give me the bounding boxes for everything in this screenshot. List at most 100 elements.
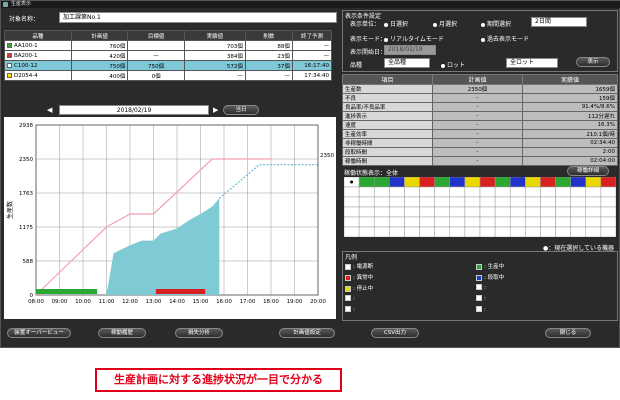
op-cell (494, 226, 511, 237)
x-tick-label: 13:00 (146, 299, 162, 305)
bottom-button-4[interactable]: CSV出力 (371, 328, 419, 338)
summary-row: 進捗表示 -112分遅れ (342, 111, 618, 121)
op-cell (509, 177, 526, 188)
start-date-field[interactable]: 2018/02/19 (384, 45, 436, 55)
x-tick-label: 16:00 (216, 299, 232, 305)
bottom-button-0[interactable]: 装置オーバービュー (7, 328, 71, 338)
group-name-field[interactable]: 加工課第No.1 (59, 12, 337, 23)
item-count: 37個 (277, 63, 290, 70)
op-cell (525, 186, 541, 198)
op-cell (600, 186, 616, 198)
legend-item: : (476, 295, 486, 302)
legend-item: : 電源断 (345, 262, 373, 270)
period-select[interactable]: 2日間 (531, 17, 587, 27)
item-target: 0個 (151, 73, 161, 80)
summary-k: 生産数 (342, 84, 433, 94)
item-name: BA200-1 (14, 52, 38, 59)
legend-item: : (476, 284, 486, 291)
legend-swatch (476, 263, 482, 270)
op-cell (389, 206, 405, 218)
kind-select[interactable]: 全品種 (384, 58, 430, 68)
summary-k: 生産効率 (342, 129, 433, 139)
plan-end-label: 2350 (320, 153, 334, 159)
op-cell (373, 216, 390, 228)
op-cell (358, 216, 375, 228)
bottom-button-3[interactable]: 計画値設定 (279, 328, 335, 338)
show-button[interactable]: 表示 (576, 57, 610, 67)
date-field[interactable]: 2018/02/19 (59, 105, 209, 115)
op-cell (494, 206, 511, 218)
prev-date-arrow[interactable]: ◀ (47, 106, 52, 114)
x-tick-label: 11:00 (99, 299, 115, 305)
op-cell (509, 196, 526, 208)
op-cell (555, 216, 571, 228)
x-tick-label: 12:00 (122, 299, 138, 305)
summary-n: 1659個 (522, 84, 618, 94)
summary-v: - (432, 93, 523, 103)
next-date-arrow[interactable]: ▶ (213, 106, 218, 114)
item-end: — (323, 52, 330, 59)
legend-swatch (476, 284, 482, 290)
items-row[interactable]: C100-12 750個 750個 572個 37個 16:17:40 (4, 60, 333, 71)
item-count: 23個 (277, 53, 290, 60)
y-axis-label: 生産数 (6, 201, 14, 219)
bottom-button-5[interactable]: 閉じる (545, 328, 591, 338)
op-cell (464, 226, 481, 237)
op-cell (540, 226, 556, 237)
op-cell (570, 216, 587, 228)
op-cell (555, 196, 571, 208)
op-detail-button[interactable]: 稼働詳細 (567, 166, 609, 176)
summary-row: 良品率/不良品率 -91.4%/8.6% (342, 102, 618, 112)
op-cell (404, 216, 420, 228)
x-tick-label: 17:00 (240, 299, 256, 305)
bottom-button-2[interactable]: 損失分析 (175, 328, 223, 338)
legend-label: 生産中 (487, 264, 505, 270)
items-row[interactable]: AA100-1 760個 703個 88個 — (4, 40, 333, 51)
x-tick-label: 10:00 (75, 299, 91, 305)
status-bar (36, 289, 98, 294)
op-cell (464, 196, 481, 208)
item-plan: 760個 (109, 43, 126, 50)
op-cell (494, 196, 511, 208)
op-cell (540, 177, 556, 188)
unit-month-radio[interactable]: 月選択 (433, 19, 457, 28)
op-cell (434, 186, 451, 198)
op-cell (419, 226, 435, 237)
op-cell (570, 186, 587, 198)
items-col-header: 削数 (244, 30, 293, 41)
legend-label: 異常中 (356, 275, 374, 281)
y-tick-label: 1175 (19, 225, 33, 231)
op-cell (525, 216, 541, 228)
op-cell (449, 196, 466, 208)
item-end: 17:34:40 (304, 72, 329, 79)
bottom-button-1[interactable]: 稼動履歴 (98, 328, 146, 338)
op-cell (449, 226, 466, 237)
mode-realtime-radio[interactable]: リアルタイムモード (384, 34, 444, 43)
items-row[interactable]: BA200-1 420個 — 384個 23個 — (4, 50, 333, 61)
op-cell (479, 226, 496, 237)
x-tick-label: 15:00 (193, 299, 209, 305)
item-plan: 400個 (109, 73, 126, 80)
op-cell (419, 177, 435, 188)
items-row[interactable]: D2054-4 400個 0個 — — 17:34:40 (4, 70, 333, 81)
production-chart: 08:00 09:00 10:00 11:00 12:00 13:00 14:00 15:00… (4, 117, 336, 319)
item-color-swatch (7, 42, 12, 48)
op-cell (373, 226, 390, 237)
op-cell (404, 226, 420, 237)
legend-item: : 生産中 (476, 262, 504, 270)
op-cell (600, 226, 616, 237)
mode-past-radio[interactable]: 過去表示モード (481, 34, 529, 43)
today-button[interactable]: 当日 (223, 105, 259, 115)
unit-period-radio[interactable]: 期間選択 (481, 19, 511, 28)
lot-label: ロット (441, 60, 465, 69)
lot-select[interactable]: 全ロット (506, 58, 558, 68)
x-tick-label: 09:00 (52, 299, 68, 305)
item-color-swatch (7, 72, 12, 78)
summary-n: 16.3% (522, 120, 618, 130)
op-cell (600, 216, 616, 228)
unit-day-radio[interactable]: 日選択 (384, 19, 408, 28)
item-end: — (323, 42, 330, 49)
app-icon (3, 2, 8, 7)
mode-label: 表示モード： (350, 36, 387, 43)
op-cell (555, 226, 571, 237)
